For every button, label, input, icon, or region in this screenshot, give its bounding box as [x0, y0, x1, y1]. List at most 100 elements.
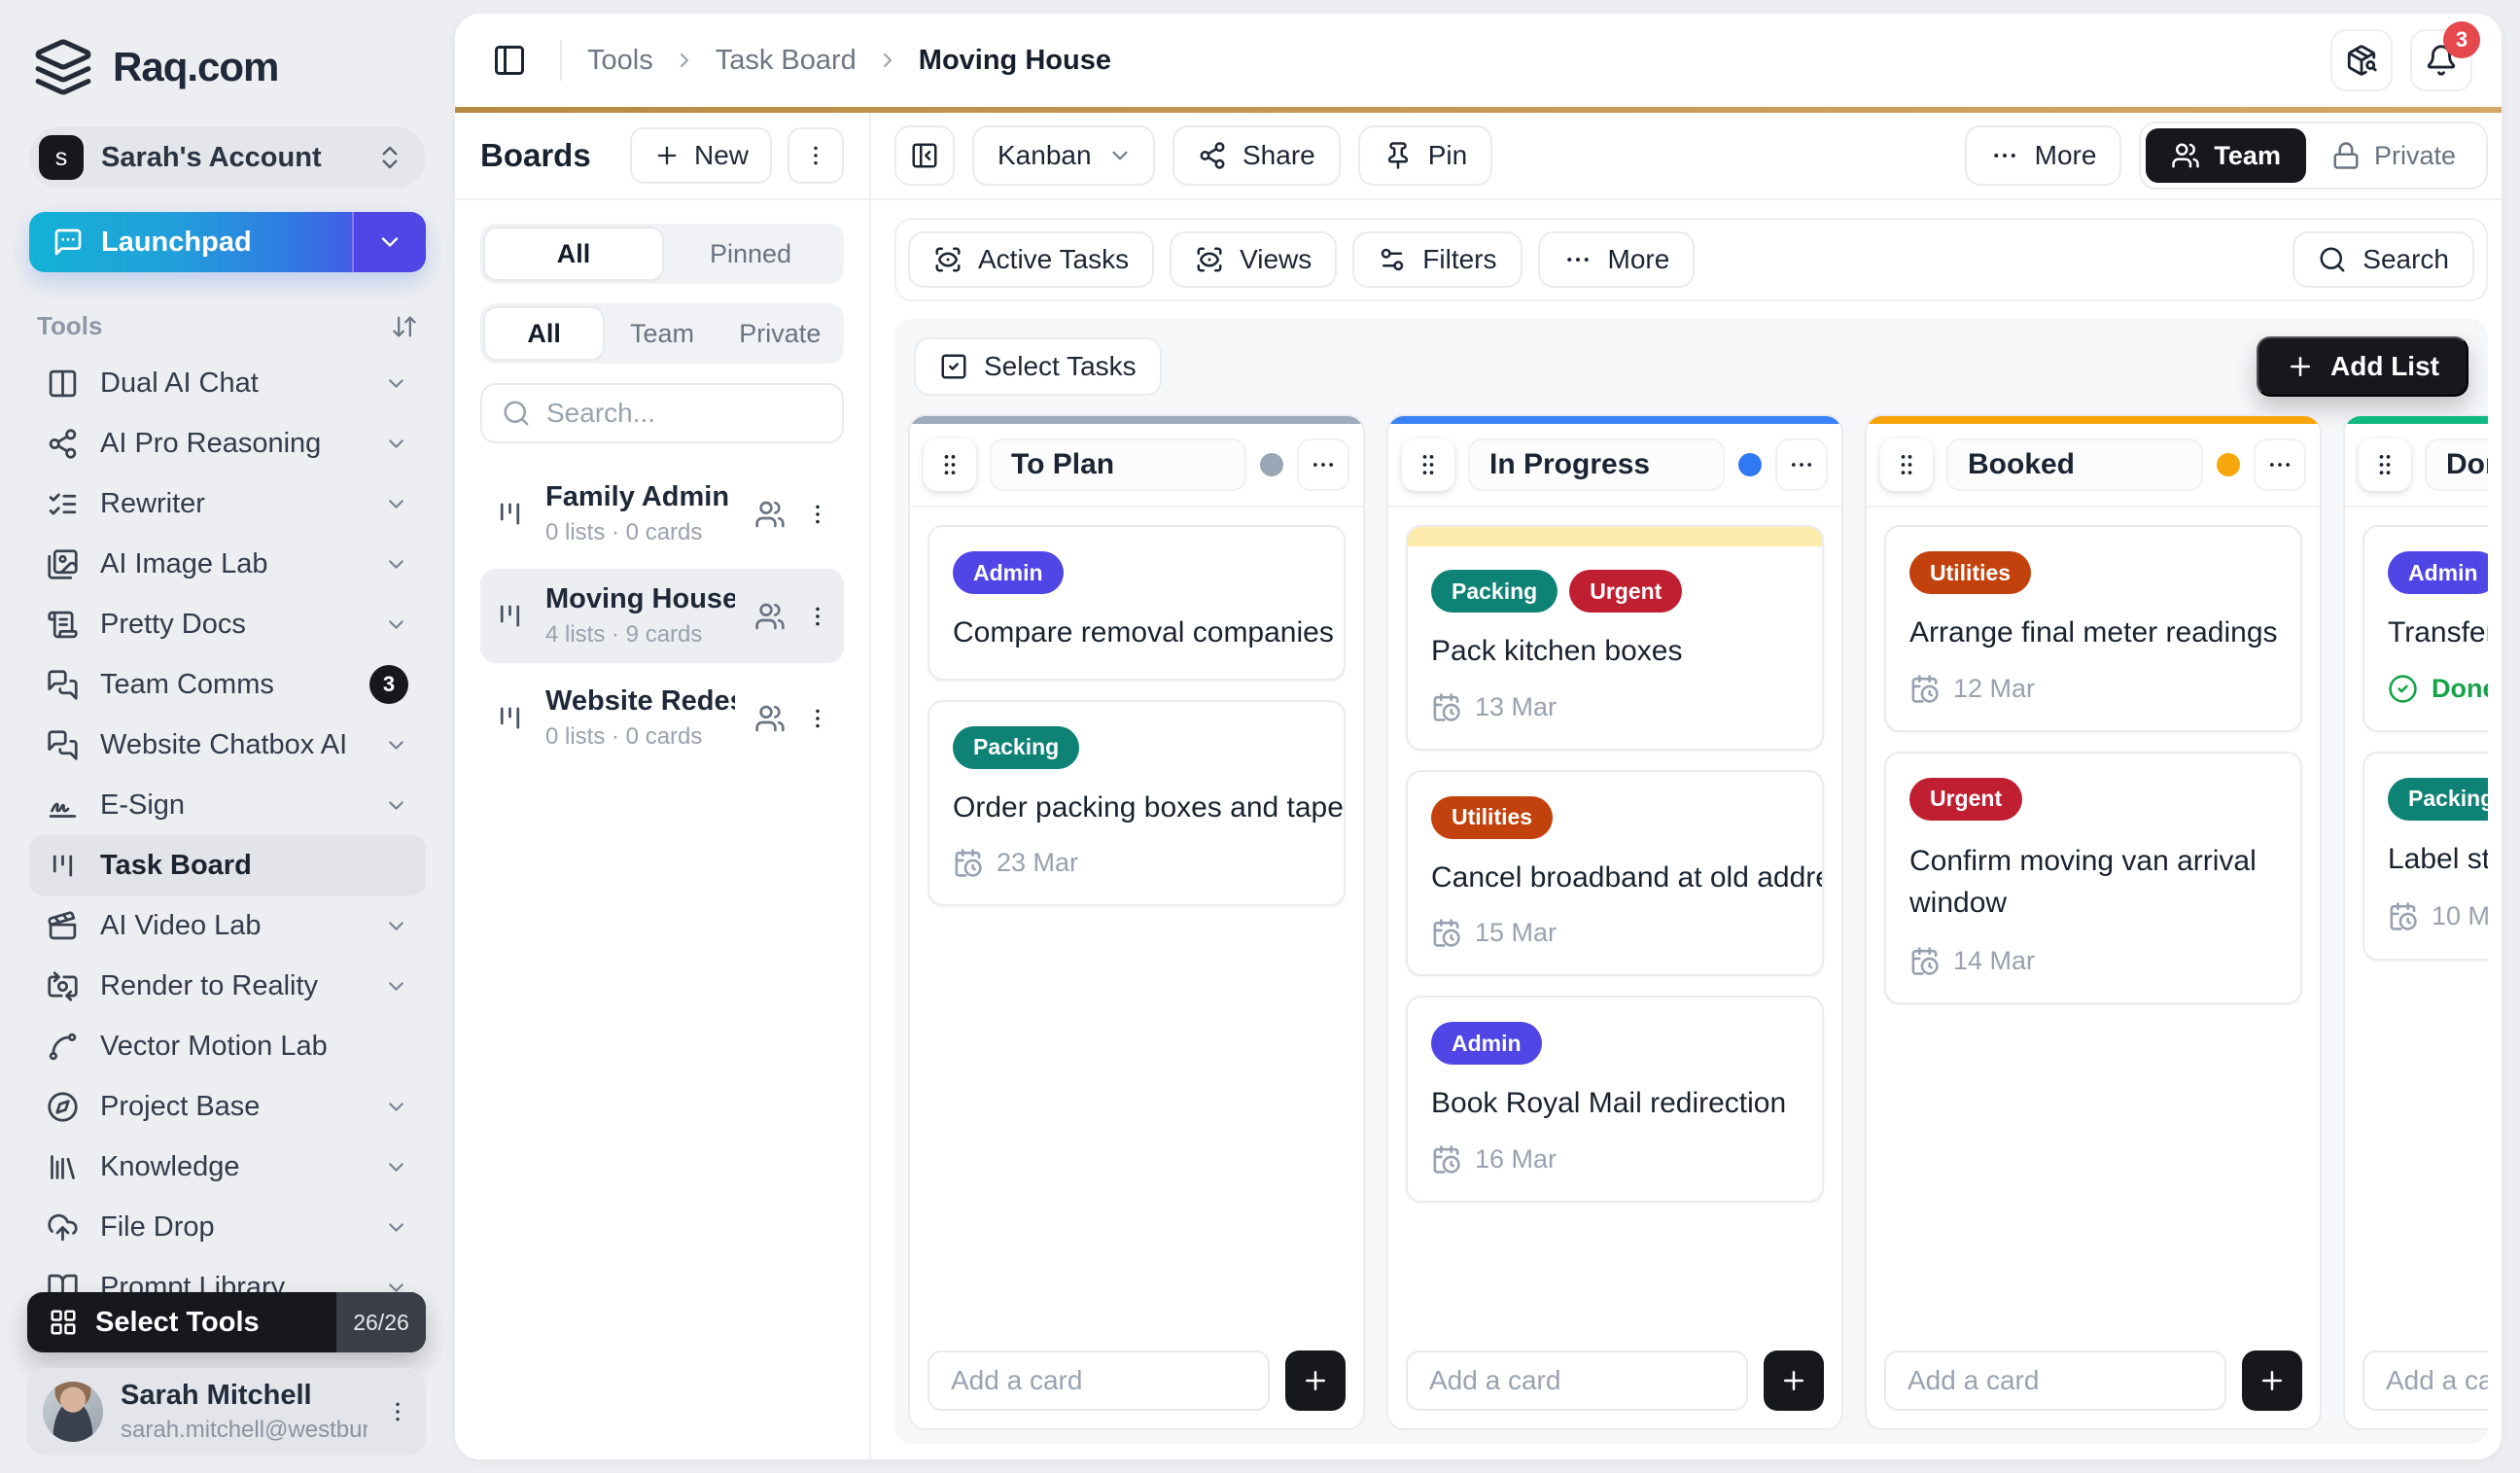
breadcrumb-item-task-board[interactable]: Task Board: [716, 45, 857, 77]
board-item-family-admin[interactable]: Family Admin 0 lists · 0 cards: [480, 467, 844, 561]
sidebar-toggle-button[interactable]: [484, 35, 535, 86]
sidebar-item-ai-video-lab[interactable]: AI Video Lab: [29, 895, 426, 956]
task-card[interactable]: Utilities Cancel broadband at old address…: [1406, 769, 1824, 977]
column-menu-button[interactable]: [1775, 438, 1828, 491]
drag-handle[interactable]: [2359, 438, 2411, 491]
notifications-button[interactable]: 3: [2410, 21, 2480, 91]
board-name: Moving House: [545, 583, 735, 614]
add-card-input[interactable]: [1406, 1350, 1748, 1411]
visibility-team[interactable]: Team: [2146, 128, 2306, 183]
task-card[interactable]: Admin Compare removal companies: [928, 525, 1346, 681]
sidebar-item-rewriter[interactable]: Rewriter: [29, 473, 426, 534]
drag-handle[interactable]: [1880, 438, 1933, 491]
task-card[interactable]: Packing Order packing boxes and tape 23 Ma…: [928, 699, 1346, 907]
task-card[interactable]: Packing Label stor 10 Mar: [2362, 751, 2488, 962]
add-card-input[interactable]: [1884, 1350, 2226, 1411]
column-title[interactable]: In Progress: [1468, 438, 1725, 491]
select-tools-button[interactable]: Select Tools 26/26: [27, 1292, 426, 1352]
add-card-button[interactable]: [2242, 1350, 2302, 1411]
scope-tab-team[interactable]: Team: [603, 308, 720, 359]
columns-icon: [47, 368, 79, 400]
sidebar-item-team-comms[interactable]: Team Comms 3: [29, 654, 426, 715]
chevron-down-icon: [384, 974, 408, 999]
sidebar-item-file-drop[interactable]: File Drop: [29, 1197, 426, 1257]
board-item-moving-house[interactable]: Moving House 4 lists · 9 cards: [480, 569, 844, 663]
add-card-button[interactable]: [1285, 1350, 1346, 1411]
scope-tab-private[interactable]: Private: [721, 308, 839, 359]
calendar-clock-icon: [953, 848, 983, 878]
boards-menu-button[interactable]: [788, 127, 844, 184]
add-card-button[interactable]: [1764, 1350, 1824, 1411]
column-title[interactable]: Done: [2425, 438, 2488, 491]
task-card[interactable]: Packing Urgent Pack kitchen boxes 13 Mar: [1406, 525, 1824, 751]
task-card[interactable]: Urgent Confirm moving van arrival window 1…: [1884, 751, 2302, 1004]
sidebar-item-pretty-docs[interactable]: Pretty Docs: [29, 594, 426, 654]
task-card[interactable]: Utilities Arrange final meter readings 12 …: [1884, 525, 2302, 732]
sidebar-item-project-base[interactable]: Project Base: [29, 1076, 426, 1137]
launchpad-label: Launchpad: [101, 226, 252, 258]
board-item-website-redesign-ta[interactable]: Website Redesign Ta... 0 lists · 0 cards: [480, 671, 844, 765]
pin-button[interactable]: Pin: [1357, 125, 1493, 186]
column-header: In Progress: [1388, 424, 1841, 506]
drag-handle[interactable]: [924, 438, 976, 491]
visibility-private[interactable]: Private: [2306, 128, 2481, 183]
kebab-menu-icon[interactable]: [385, 1399, 410, 1424]
share-button[interactable]: Share: [1172, 125, 1341, 186]
sidebar-item-ai-image-lab[interactable]: AI Image Lab: [29, 534, 426, 594]
boards-filter-tabs: All Pinned: [480, 224, 844, 284]
column-status-dot: [2217, 453, 2240, 476]
sidebar-item-e-sign[interactable]: E-Sign: [29, 775, 426, 835]
images-icon: [47, 548, 79, 580]
drag-handle[interactable]: [1402, 438, 1454, 491]
package-search-button[interactable]: [2330, 29, 2393, 91]
card-labels: Admin: [953, 551, 1320, 594]
sidebar-item-vector-motion-lab[interactable]: Vector Motion Lab: [29, 1016, 426, 1076]
filter-button-views[interactable]: Views: [1170, 231, 1338, 288]
collapse-panel-button[interactable]: [894, 125, 955, 186]
task-card[interactable]: Admin Transfer c Done: [2362, 525, 2488, 732]
add-card-input[interactable]: [928, 1350, 1270, 1411]
tab-all[interactable]: All: [485, 228, 662, 279]
boards-search-input[interactable]: [546, 398, 822, 429]
add-card-input[interactable]: [2362, 1350, 2488, 1411]
add-list-button[interactable]: Add List: [2257, 336, 2468, 397]
kebab-menu-icon: [803, 143, 828, 168]
tab-pinned[interactable]: Pinned: [662, 228, 839, 279]
sidebar-item-render-to-reality[interactable]: Render to Reality: [29, 956, 426, 1016]
sidebar-item-website-chatbox-ai[interactable]: Website Chatbox AI: [29, 715, 426, 775]
filter-button-filters[interactable]: Filters: [1352, 231, 1522, 288]
new-board-button[interactable]: New: [629, 127, 772, 184]
boards-search[interactable]: [480, 383, 844, 443]
column-menu-button[interactable]: [2254, 438, 2306, 491]
chevron-down-icon: [384, 914, 408, 938]
sidebar-item-dual-ai-chat[interactable]: Dual AI Chat: [29, 353, 426, 413]
column-title[interactable]: To Plan: [990, 438, 1246, 491]
filter-button-more[interactable]: More: [1537, 231, 1696, 288]
grip-icon: [1415, 451, 1442, 478]
column-menu-button[interactable]: [1297, 438, 1349, 491]
select-tasks-button[interactable]: Select Tasks: [914, 337, 1162, 396]
check-square-icon: [939, 352, 968, 381]
task-card[interactable]: Admin Book Royal Mail redirection 16 Mar: [1406, 996, 1824, 1203]
breadcrumb-item-tools[interactable]: Tools: [587, 45, 653, 77]
account-switcher[interactable]: s Sarah's Account: [29, 126, 426, 189]
more-button[interactable]: More: [1964, 125, 2122, 186]
message-dots-icon: [52, 227, 84, 258]
sidebar-item-label: File Drop: [100, 1210, 215, 1243]
sidebar-item-ai-pro-reasoning[interactable]: AI Pro Reasoning: [29, 413, 426, 473]
column-title[interactable]: Booked: [1946, 438, 2203, 491]
calendar-clock-icon: [2388, 901, 2418, 931]
launchpad-main[interactable]: Launchpad: [29, 212, 352, 272]
search-button[interactable]: Search: [2292, 231, 2474, 288]
filter-button-active-tasks[interactable]: Active Tasks: [908, 231, 1155, 288]
sidebar-item-task-board[interactable]: Task Board: [29, 835, 426, 895]
launchpad-button[interactable]: Launchpad: [29, 212, 426, 272]
chevron-right-icon: [876, 49, 899, 72]
user-card[interactable]: Sarah Mitchell sarah.mitchell@westbur...: [27, 1368, 426, 1455]
sort-arrows-icon[interactable]: [391, 313, 418, 340]
scope-tab-all[interactable]: All: [485, 308, 604, 359]
launchpad-expand-button[interactable]: [352, 212, 426, 272]
sidebar-item-knowledge[interactable]: Knowledge: [29, 1137, 426, 1197]
select-tools-main[interactable]: Select Tools: [27, 1292, 336, 1352]
view-selector-dropdown[interactable]: Kanban: [972, 125, 1155, 186]
